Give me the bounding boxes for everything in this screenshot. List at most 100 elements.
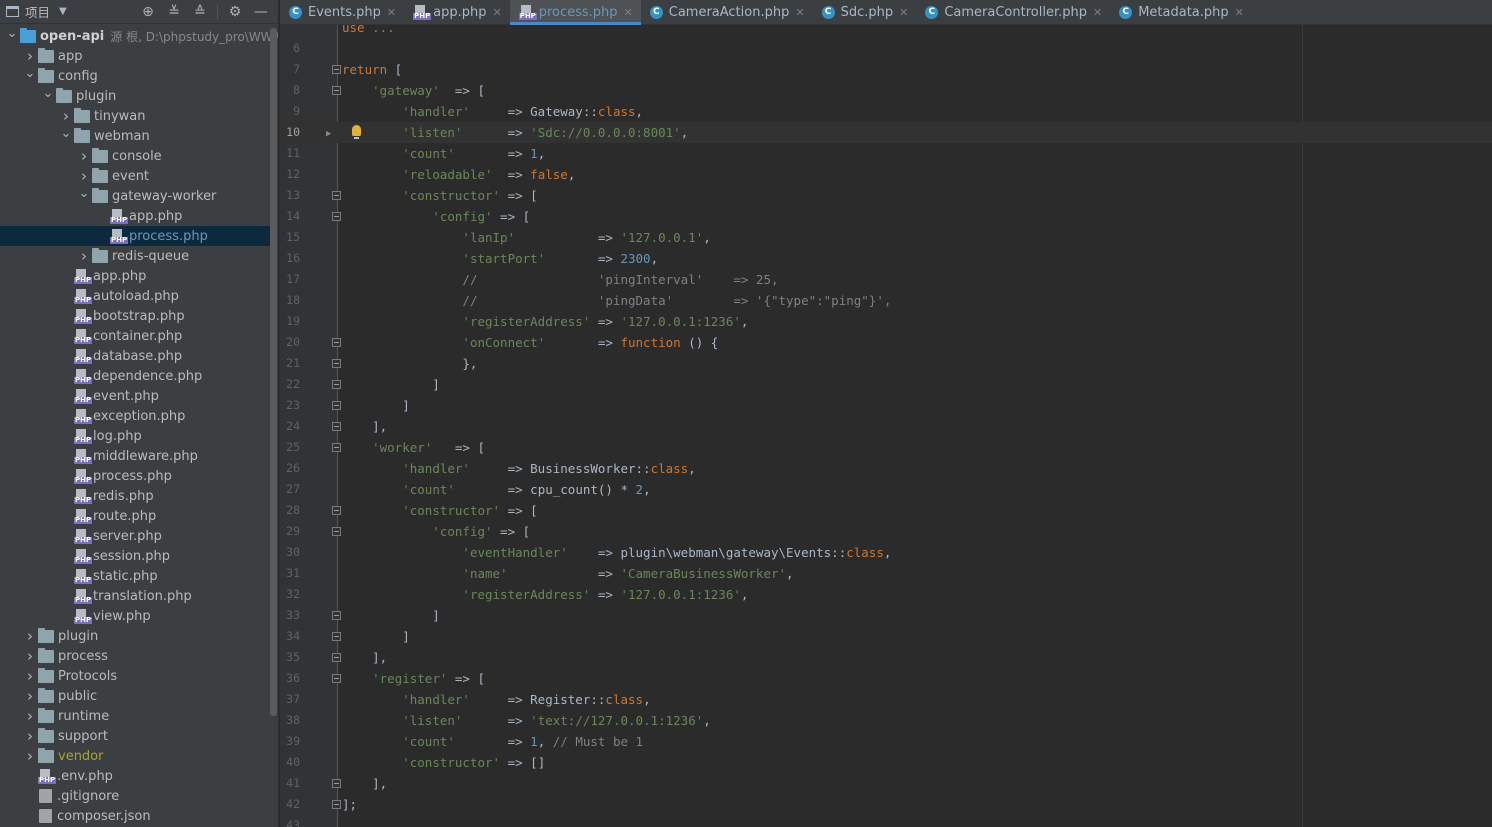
- code-editor[interactable]: use ... 6 7 return [8 'gateway' => [9 'hand…: [280, 25, 1492, 827]
- code-line[interactable]: 30 'eventHandler' => plugin\webman\gatew…: [280, 542, 1492, 563]
- chevron-down-icon[interactable]: ⌄: [4, 23, 20, 43]
- code-line[interactable]: 20 'onConnect' => function () {: [280, 332, 1492, 353]
- tree-file[interactable]: PHP view.php: [0, 606, 270, 626]
- close-icon[interactable]: ✕: [492, 6, 501, 19]
- tree-file[interactable]: PHP autoload.php: [0, 286, 270, 306]
- fold-toggle-icon[interactable]: [332, 338, 341, 347]
- code-line[interactable]: 8 'gateway' => [: [280, 80, 1492, 101]
- fold-toggle-icon[interactable]: [332, 86, 341, 95]
- code-line[interactable]: 29 'config' => [: [280, 521, 1492, 542]
- chevron-right-icon[interactable]: ›: [22, 706, 38, 726]
- code-line[interactable]: 7 return [: [280, 59, 1492, 80]
- code-line[interactable]: 22 ]: [280, 374, 1492, 395]
- code-line[interactable]: 43: [280, 815, 1492, 827]
- code-line[interactable]: 6: [280, 38, 1492, 59]
- tree-file[interactable]: composer.json: [0, 806, 270, 826]
- code-line[interactable]: 42];: [280, 794, 1492, 815]
- editor-tab[interactable]: C Events.php ✕: [280, 0, 404, 24]
- fold-toggle-icon[interactable]: [332, 422, 341, 431]
- fold-toggle-icon[interactable]: [332, 401, 341, 410]
- tree-file[interactable]: PHP route.php: [0, 506, 270, 526]
- code-line[interactable]: 15 'lanIp' => '127.0.0.1',: [280, 227, 1492, 248]
- fold-toggle-icon[interactable]: [332, 632, 341, 641]
- tree-folder[interactable]: › tinywan: [0, 106, 270, 126]
- collapse-all-icon[interactable]: ≙: [187, 0, 213, 24]
- code-line[interactable]: 13 'constructor' => [: [280, 185, 1492, 206]
- chevron-right-icon[interactable]: ›: [22, 746, 38, 766]
- chevron-down-icon[interactable]: ⌄: [76, 183, 92, 203]
- tree-folder[interactable]: › support: [0, 726, 270, 746]
- locate-icon[interactable]: ⊕: [135, 0, 161, 24]
- tree-file[interactable]: PHP exception.php: [0, 406, 270, 426]
- chevron-down-icon[interactable]: ⌄: [22, 63, 38, 83]
- tree-file[interactable]: PHP app.php: [0, 266, 270, 286]
- fold-toggle-icon[interactable]: [332, 443, 341, 452]
- tree-folder[interactable]: ⌄ plugin: [0, 86, 270, 106]
- code-line[interactable]: 39 'count' => 1, // Must be 1: [280, 731, 1492, 752]
- editor-tab[interactable]: PHP process.php ✕: [509, 0, 641, 25]
- chevron-right-icon[interactable]: ›: [22, 686, 38, 706]
- tree-folder[interactable]: › console: [0, 146, 270, 166]
- chevron-right-icon[interactable]: ›: [22, 666, 38, 686]
- code-line[interactable]: 19 'registerAddress' => '127.0.0.1:1236'…: [280, 311, 1492, 332]
- editor-tab[interactable]: PHP app.php ✕: [404, 0, 510, 24]
- chevron-right-icon[interactable]: ›: [76, 246, 92, 266]
- close-icon[interactable]: ✕: [795, 6, 804, 19]
- code-line[interactable]: 28 'constructor' => [: [280, 500, 1492, 521]
- close-icon[interactable]: ✕: [1093, 6, 1102, 19]
- project-view-selector[interactable]: 项目 ▼: [6, 2, 67, 21]
- project-scrollbar[interactable]: [270, 28, 277, 716]
- code-line[interactable]: 17 // 'pingInterval' => 25,: [280, 269, 1492, 290]
- code-line[interactable]: 10 ▶ 'listen' => 'Sdc://0.0.0.0:8001',: [280, 122, 1492, 143]
- code-line[interactable]: 41 ],: [280, 773, 1492, 794]
- tree-folder[interactable]: › event: [0, 166, 270, 186]
- code-line[interactable]: 33 ]: [280, 605, 1492, 626]
- code-line[interactable]: 31 'name' => 'CameraBusinessWorker',: [280, 563, 1492, 584]
- gear-icon[interactable]: ⚙: [222, 0, 248, 24]
- tree-file[interactable]: PHP session.php: [0, 546, 270, 566]
- tree-file[interactable]: PHP process.php: [0, 226, 270, 246]
- tree-folder[interactable]: › plugin: [0, 626, 270, 646]
- code-line[interactable]: 26 'handler' => BusinessWorker::class,: [280, 458, 1492, 479]
- chevron-right-icon[interactable]: ›: [22, 726, 38, 746]
- code-line[interactable]: 25 'worker' => [: [280, 437, 1492, 458]
- fold-toggle-icon[interactable]: [332, 359, 341, 368]
- fold-toggle-icon[interactable]: [332, 653, 341, 662]
- tree-folder[interactable]: › public: [0, 686, 270, 706]
- code-line[interactable]: 35 ],: [280, 647, 1492, 668]
- tree-file[interactable]: PHP middleware.php: [0, 446, 270, 466]
- code-line[interactable]: 12 'reloadable' => false,: [280, 164, 1492, 185]
- editor-tab[interactable]: C Sdc.php ✕: [813, 0, 917, 24]
- tree-folder[interactable]: › process: [0, 646, 270, 666]
- chevron-right-icon[interactable]: ›: [22, 646, 38, 666]
- fold-toggle-icon[interactable]: [332, 611, 341, 620]
- code-line[interactable]: 38 'listen' => 'text://127.0.0.1:1236',: [280, 710, 1492, 731]
- tree-folder[interactable]: ⌄ open-api 源 根, D:\phpstudy_pro\WWW: [0, 23, 278, 46]
- tree-file[interactable]: PHP server.php: [0, 526, 270, 546]
- tree-folder[interactable]: › Protocols: [0, 666, 270, 686]
- code-line[interactable]: 11 'count' => 1,: [280, 143, 1492, 164]
- editor-tab[interactable]: C CameraController.php ✕: [916, 0, 1110, 24]
- tree-file[interactable]: PHP translation.php: [0, 586, 270, 606]
- code-line[interactable]: 36 'register' => [: [280, 668, 1492, 689]
- code-line[interactable]: 21 },: [280, 353, 1492, 374]
- fold-toggle-icon[interactable]: [332, 380, 341, 389]
- code-line[interactable]: use ...: [280, 25, 1492, 38]
- chevron-right-icon[interactable]: ›: [76, 146, 92, 166]
- fold-toggle-icon[interactable]: [332, 212, 341, 221]
- tree-file[interactable]: PHP process.php: [0, 466, 270, 486]
- close-icon[interactable]: ✕: [624, 6, 633, 19]
- tree-file[interactable]: PHP static.php: [0, 566, 270, 586]
- editor-tab[interactable]: C CameraAction.php ✕: [641, 0, 813, 24]
- tree-file[interactable]: PHP .env.php: [0, 766, 270, 786]
- fold-toggle-icon[interactable]: [332, 65, 341, 74]
- code-line[interactable]: 27 'count' => cpu_count() * 2,: [280, 479, 1492, 500]
- code-line[interactable]: 23 ]: [280, 395, 1492, 416]
- expand-all-icon[interactable]: ≚: [161, 0, 187, 24]
- tree-file[interactable]: PHP event.php: [0, 386, 270, 406]
- fold-toggle-icon[interactable]: [332, 506, 341, 515]
- fold-toggle-icon[interactable]: [332, 674, 341, 683]
- code-line[interactable]: 32 'registerAddress' => '127.0.0.1:1236'…: [280, 584, 1492, 605]
- chevron-down-icon[interactable]: ⌄: [40, 83, 56, 103]
- tree-file[interactable]: PHP container.php: [0, 326, 270, 346]
